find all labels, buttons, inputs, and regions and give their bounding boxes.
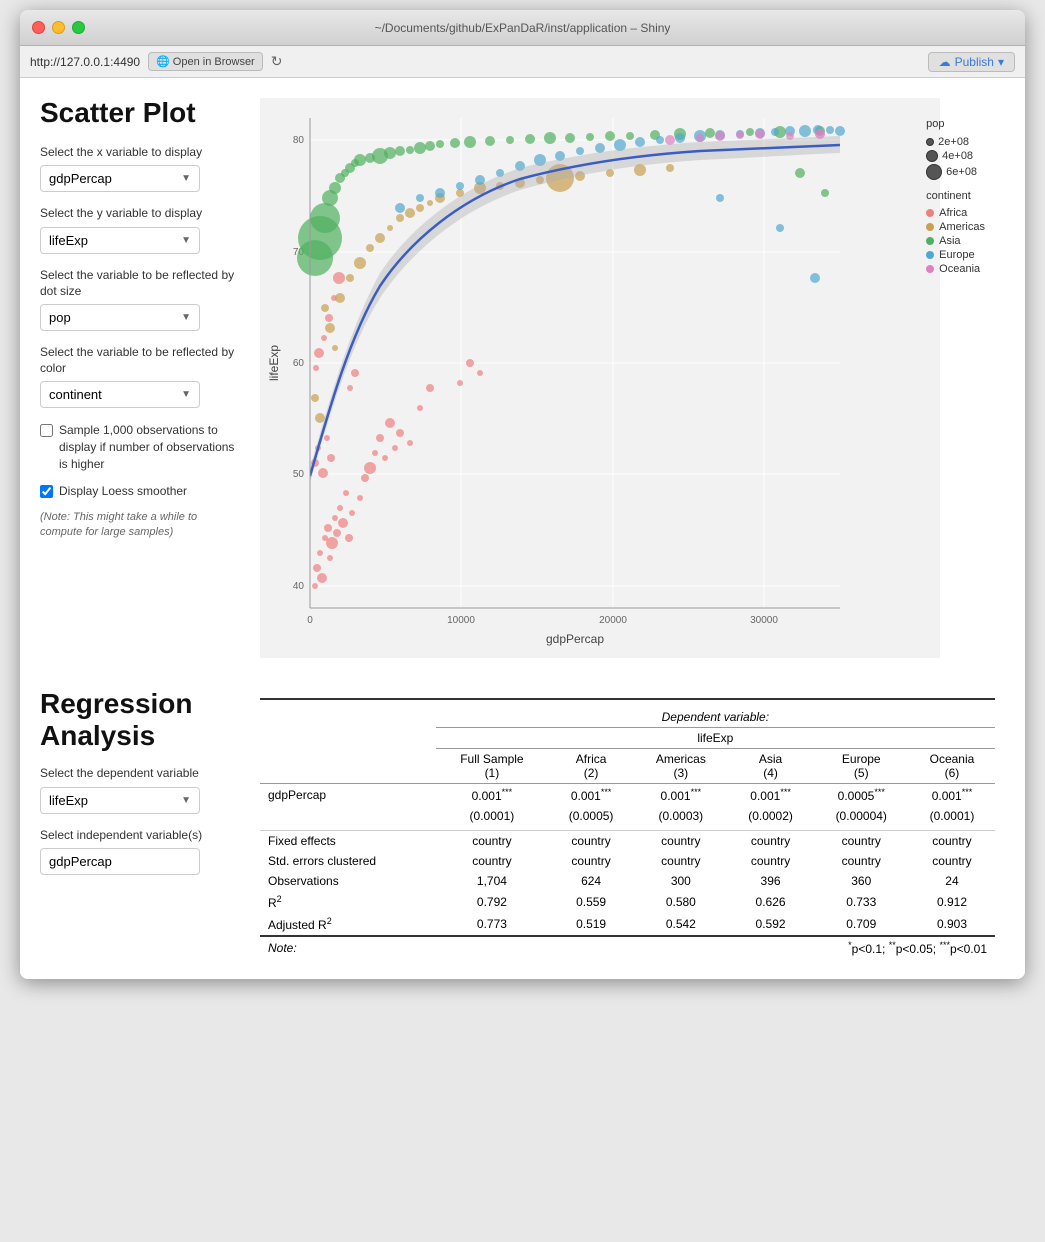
continent-oceania: Oceania: [926, 263, 985, 275]
color-var-arrow-icon: ▼: [181, 389, 191, 400]
regression-title: Regression Analysis: [40, 688, 240, 752]
continent-europe: Europe: [926, 249, 985, 261]
window-title: ~/Documents/github/ExPanDaR/inst/applica…: [375, 21, 671, 35]
scatter-plot-container: gdpPercap 0 10000 20000 30000 lifeExp 80…: [260, 98, 995, 658]
scatter-plot-svg: gdpPercap 0 10000 20000 30000 lifeExp 80…: [260, 98, 940, 658]
continent-asia: Asia: [926, 235, 985, 247]
title-bar: ~/Documents/github/ExPanDaR/inst/applica…: [20, 10, 1025, 46]
minimize-button[interactable]: [52, 21, 65, 34]
gdppercap-label: gdpPercap: [260, 784, 436, 807]
col-header-6: Oceania(6): [909, 749, 995, 784]
note-row: Note: *p<0.1; **p<0.05; ***p<0.01: [260, 936, 995, 959]
regression-table-container: Dependent variable: lifeExp Full Sample(…: [260, 698, 995, 959]
dep-var-name-header: lifeExp: [436, 728, 995, 749]
open-browser-button[interactable]: 🌐 Open in Browser: [148, 52, 263, 71]
std-errors-row: Std. errors clustered country country co…: [260, 851, 995, 871]
svg-text:30000: 30000: [750, 615, 778, 626]
publish-icon: ☁: [939, 55, 951, 69]
size-var-label: Select the variable to be reflected by d…: [40, 268, 240, 299]
svg-text:20000: 20000: [599, 615, 627, 626]
svg-text:gdpPercap: gdpPercap: [546, 632, 604, 646]
col-header-3: Americas(3): [634, 749, 728, 784]
color-var-label: Select the variable to be reflected by c…: [40, 345, 240, 376]
regression-sidebar: Regression Analysis Select the dependent…: [40, 688, 240, 875]
pop-legend-item-2: 4e+08: [926, 150, 985, 162]
observations-row: Observations 1,704 624 300 396 360 24: [260, 871, 995, 891]
loess-checkbox-row: Display Loess smoother: [40, 483, 240, 500]
svg-text:0: 0: [307, 615, 313, 626]
dep-var-label: Select the dependent variable: [40, 766, 240, 782]
app-window: ~/Documents/github/ExPanDaR/inst/applica…: [20, 10, 1025, 979]
size-var-arrow-icon: ▼: [181, 312, 191, 323]
gdppercap-se-row: (0.0001) (0.0005) (0.0003) (0.0002) (0.0…: [260, 806, 995, 826]
col-header-2: Africa(2): [548, 749, 634, 784]
dep-var-header: Dependent variable:: [436, 707, 995, 728]
refresh-icon[interactable]: ↻: [271, 53, 283, 70]
pop-dot-medium: [926, 150, 938, 162]
scatter-sidebar: Scatter Plot Select the x variable to di…: [40, 98, 240, 540]
svg-text:50: 50: [293, 469, 305, 480]
size-var-select[interactable]: pop ▼: [40, 304, 200, 331]
col-header-4: Asia(4): [728, 749, 814, 784]
sample-checkbox[interactable]: [40, 424, 53, 437]
x-var-arrow-icon: ▼: [181, 173, 191, 184]
loess-checkbox-label: Display Loess smoother: [59, 483, 187, 500]
pop-legend-title: pop: [926, 118, 985, 130]
africa-color-dot: [926, 209, 934, 217]
continent-americas: Americas: [926, 221, 985, 233]
indep-var-label: Select independent variable(s): [40, 828, 240, 844]
y-var-arrow-icon: ▼: [181, 235, 191, 246]
svg-text:lifeExp: lifeExp: [267, 345, 281, 381]
dep-var-arrow-icon: ▼: [181, 795, 191, 806]
col-header-1: Full Sample(1): [436, 749, 548, 784]
svg-text:40: 40: [293, 581, 305, 592]
sample-checkbox-label: Sample 1,000 observations to display if …: [59, 422, 240, 472]
asia-color-dot: [926, 237, 934, 245]
x-var-select[interactable]: gdpPercap ▼: [40, 165, 200, 192]
continent-legend-title: continent: [926, 190, 985, 202]
url-text[interactable]: http://127.0.0.1:4490: [30, 55, 140, 69]
close-button[interactable]: [32, 21, 45, 34]
svg-text:10000: 10000: [447, 615, 475, 626]
browser-icon: 🌐: [156, 55, 170, 68]
plot-legend: pop 2e+08 4e+08 6e+08 continent: [926, 118, 985, 275]
y-var-label: Select the y variable to display: [40, 206, 240, 222]
r2-row: R2 0.792 0.559 0.580 0.626 0.733 0.912: [260, 891, 995, 913]
color-var-select[interactable]: continent ▼: [40, 381, 200, 408]
address-bar: http://127.0.0.1:4490 🌐 Open in Browser …: [20, 46, 1025, 78]
traffic-lights: [32, 21, 85, 34]
svg-text:60: 60: [293, 358, 305, 369]
regression-table: Dependent variable: lifeExp Full Sample(…: [260, 698, 995, 959]
sample-checkbox-row: Sample 1,000 observations to display if …: [40, 422, 240, 472]
pop-dot-large: [926, 164, 942, 180]
x-var-label: Select the x variable to display: [40, 145, 240, 161]
continent-africa: Africa: [926, 207, 985, 219]
loess-checkbox[interactable]: [40, 485, 53, 498]
pop-dot-small: [926, 138, 934, 146]
pop-legend-item-1: 2e+08: [926, 136, 985, 148]
svg-text:80: 80: [293, 135, 305, 146]
col-header-5: Europe(5): [814, 749, 909, 784]
gdppercap-coef-row: gdpPercap 0.001*** 0.001*** 0.001*** 0.0…: [260, 784, 995, 807]
note-text: (Note: This might take a while to comput…: [40, 510, 240, 541]
pop-legend-item-3: 6e+08: [926, 164, 985, 180]
maximize-button[interactable]: [72, 21, 85, 34]
indep-var-input[interactable]: [40, 848, 200, 875]
oceania-color-dot: [926, 265, 934, 273]
publish-button[interactable]: ☁ Publish ▾: [928, 52, 1015, 72]
americas-color-dot: [926, 223, 934, 231]
scatter-title: Scatter Plot: [40, 98, 240, 129]
europe-color-dot: [926, 251, 934, 259]
adj-r2-row: Adjusted R2 0.773 0.519 0.542 0.592 0.70…: [260, 913, 995, 936]
y-var-select[interactable]: lifeExp ▼: [40, 227, 200, 254]
dep-var-select[interactable]: lifeExp ▼: [40, 787, 200, 814]
fixed-effects-row: Fixed effects country country country co…: [260, 831, 995, 852]
publish-arrow-icon: ▾: [998, 55, 1004, 69]
